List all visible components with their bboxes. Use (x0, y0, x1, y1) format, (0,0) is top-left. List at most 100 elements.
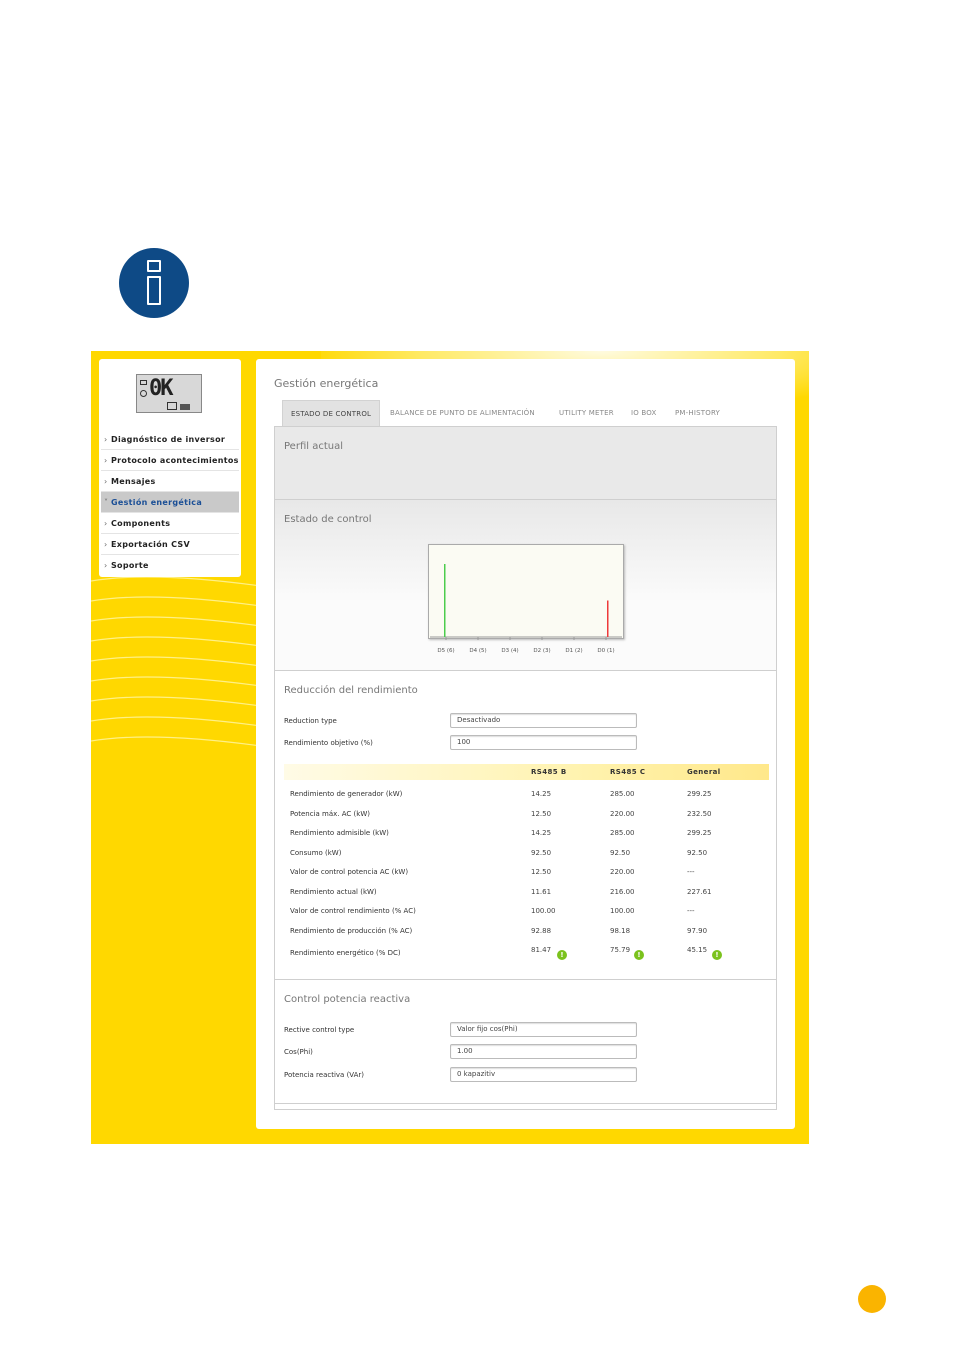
sidebar-item-gestion-energetica[interactable]: ˅ Gestión energética (101, 492, 239, 513)
cos-phi-label: Cos(Phi) (284, 1048, 313, 1056)
row-label: Rendimiento de producción (% AC) (290, 927, 413, 935)
section-title: Control potencia reactiva (284, 994, 411, 1005)
row-label: Potencia máx. AC (kW) (290, 810, 370, 818)
sidebar-item-soporte[interactable]: › Soporte (101, 555, 239, 576)
chart-tick-label: D0 (1) (597, 648, 614, 654)
device-display: 0K (136, 374, 202, 413)
chevron-down-icon: ˅ (104, 498, 109, 507)
row-label: Rendimiento de generador (kW) (290, 790, 403, 798)
section-control-potencia-reactiva: Control potencia reactiva Rective contro… (275, 980, 776, 1104)
chart-tick-label: D3 (4) (501, 648, 518, 654)
section-reduccion-rendimiento: Reducción del rendimiento Reduction type… (275, 671, 776, 980)
sidebar: 0K › Diagnóstico de inversor › Protocolo a… (99, 359, 241, 577)
rendimiento-objetivo-input[interactable]: 100 (450, 735, 637, 750)
table-cell: 75.79 (610, 946, 631, 954)
page-dot-icon (858, 1285, 886, 1313)
sidebar-item-label: Components (111, 519, 171, 528)
reactive-control-type-select[interactable]: Valor fijo cos(Phi) (450, 1022, 637, 1037)
table-cell: 45.15 (687, 946, 708, 954)
display-text: 0K (149, 376, 173, 401)
chevron-right-icon: › (104, 519, 108, 528)
table-cell: 92.50 (531, 849, 552, 857)
table-cell: 227.61 (687, 888, 712, 896)
table-cell: 220.00 (610, 810, 635, 818)
table-cell: 81.47 (531, 946, 552, 954)
page-title: Gestión energética (274, 377, 379, 390)
table-cell: 14.25 (531, 829, 552, 837)
chart-tick-label: D1 (2) (565, 648, 582, 654)
table-cell: 12.50 (531, 868, 552, 876)
table-cell: 285.00 (610, 790, 635, 798)
column-header: RS485 B (531, 768, 567, 776)
display-battery-icon (140, 380, 147, 385)
ok-icon: ! (557, 950, 567, 960)
tab-io-box[interactable]: IO BOX (631, 400, 657, 426)
row-label: Consumo (kW) (290, 849, 342, 857)
chevron-right-icon: › (104, 561, 108, 570)
table-cell: 100.00 (610, 907, 635, 915)
tab-estado-de-control[interactable]: ESTADO DE CONTROL (282, 400, 381, 426)
ok-icon: ! (634, 950, 644, 960)
sidebar-item-components[interactable]: › Components (101, 513, 239, 534)
sidebar-item-label: Diagnóstico de inversor (111, 435, 226, 444)
section-estado-de-control: Estado de control D5 (6) D4 (5) D3 (4) D2 (… (275, 500, 776, 671)
table-cell: 220.00 (610, 868, 635, 876)
table-cell: 11.61 (531, 888, 552, 896)
sidebar-item-mensajes[interactable]: › Mensajes (101, 471, 239, 492)
table-cell: --- (687, 868, 695, 876)
sidebar-item-protocolo[interactable]: › Protocolo acontecimientos (101, 450, 239, 471)
table-cell: 100.00 (531, 907, 556, 915)
tab-pm-history[interactable]: PM-HISTORY (675, 400, 720, 426)
sidebar-menu: › Diagnóstico de inversor › Protocolo acon… (101, 429, 239, 576)
cos-phi-input[interactable]: 1.00 (450, 1044, 637, 1059)
display-globe-icon (140, 390, 147, 397)
column-header: RS485 C (610, 768, 646, 776)
potencia-reactiva-input[interactable]: 0 kapazitiv (450, 1067, 637, 1082)
table-cell: 232.50 (687, 810, 712, 818)
table-cell: 285.00 (610, 829, 635, 837)
chart-bar (607, 600, 609, 637)
section-title: Reducción del rendimiento (284, 685, 418, 696)
chart-bar (444, 564, 446, 637)
potencia-reactiva-label: Potencia reactiva (VAr) (284, 1071, 365, 1079)
table-cell: 12.50 (531, 810, 552, 818)
ok-icon: ! (712, 950, 722, 960)
table-cell: 299.25 (687, 790, 712, 798)
reduction-type-label: Reduction type (284, 717, 337, 725)
info-icon-bar (147, 276, 161, 305)
row-label: Rendimiento actual (kW) (290, 888, 377, 896)
frame-wave-decoration (91, 576, 261, 747)
table-cell: --- (687, 907, 695, 915)
row-label: Rendimiento energético (% DC) (290, 949, 401, 957)
main-panel: Gestión energética ESTADO DE CONTROL BAL… (256, 359, 795, 1129)
chevron-right-icon: › (104, 435, 108, 444)
row-label: Valor de control potencia AC (kW) (290, 868, 409, 876)
control-chart: D5 (6) D4 (5) D3 (4) D2 (3) D1 (2) D0 (1) (430, 564, 622, 654)
chevron-right-icon: › (104, 477, 108, 486)
tab-balance-punto-alimentacion[interactable]: BALANCE DE PUNTO DE ALIMENTACIÓN (390, 400, 535, 426)
column-header: General (687, 768, 721, 776)
sidebar-item-label: Protocolo acontecimientos (111, 456, 239, 465)
reduction-type-select[interactable]: Desactivado (450, 713, 637, 728)
rendimiento-objetivo-label: Rendimiento objetivo (%) (284, 739, 373, 747)
table-cell: 92.50 (687, 849, 708, 857)
table-cell: 97.90 (687, 927, 708, 935)
sidebar-item-exportacion-csv[interactable]: › Exportación CSV (101, 534, 239, 555)
table-cell: 92.88 (531, 927, 552, 935)
sidebar-item-label: Mensajes (111, 477, 156, 486)
sidebar-item-label: Gestión energética (111, 498, 203, 507)
table-cell: 98.18 (610, 927, 631, 935)
display-bar-icon (180, 404, 190, 410)
table-header: RS485 B RS485 C General (284, 764, 769, 780)
tab-utility-meter[interactable]: UTILITY METER (559, 400, 614, 426)
sidebar-item-label: Exportación CSV (111, 540, 190, 549)
section-title: Estado de control (284, 514, 372, 525)
chart-tick-label: D5 (6) (437, 648, 454, 654)
chevron-right-icon: › (104, 456, 108, 465)
chart-tick-label: D2 (3) (533, 648, 550, 654)
reactive-control-type-label: Rective control type (284, 1026, 355, 1034)
row-label: Valor de control rendimiento (% AC) (290, 907, 416, 915)
table-cell: 299.25 (687, 829, 712, 837)
sidebar-item-diagnostico[interactable]: › Diagnóstico de inversor (101, 429, 239, 450)
row-label: Rendimiento admisible (kW) (290, 829, 389, 837)
